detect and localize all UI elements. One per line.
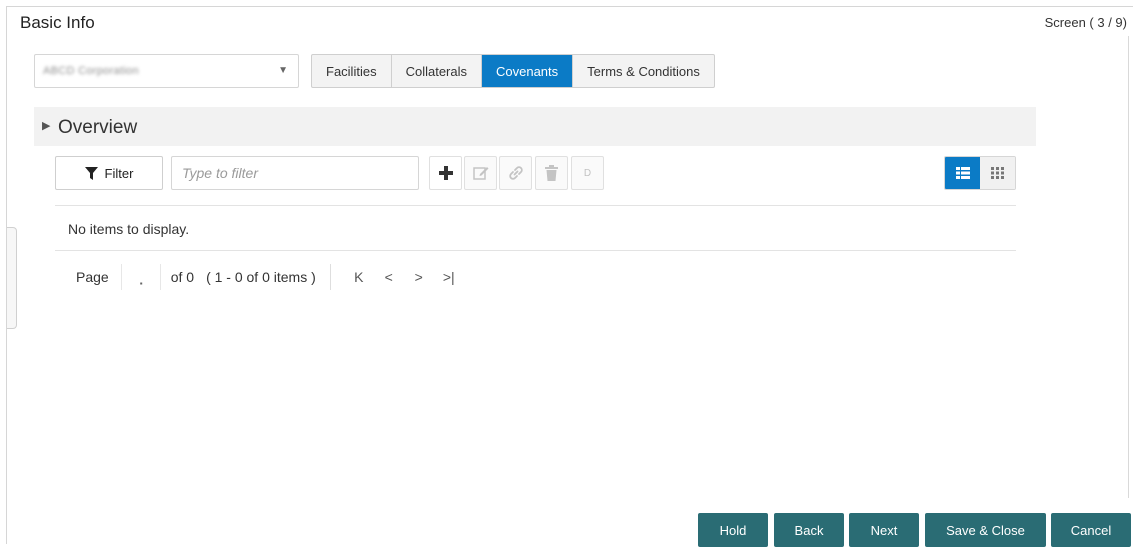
- tab-bar: Facilities Collaterals Covenants Terms &…: [311, 54, 715, 88]
- list-view-icon: [955, 167, 970, 179]
- link-icon: [508, 166, 523, 180]
- hold-button[interactable]: Hold: [698, 513, 768, 547]
- page-number-input[interactable]: ▪: [120, 264, 161, 290]
- page-title: Basic Info: [20, 13, 95, 32]
- pagination-separator: [329, 264, 331, 290]
- filter-icon: [84, 166, 98, 180]
- link-button[interactable]: [499, 156, 532, 190]
- add-button[interactable]: [429, 156, 462, 190]
- filter-button[interactable]: Filter: [55, 156, 163, 190]
- view-toggle: [944, 156, 1016, 190]
- empty-table-message: No items to display.: [68, 221, 190, 237]
- table-divider-top: [55, 205, 1016, 206]
- vertical-scrollbar[interactable]: [1128, 36, 1129, 498]
- next-page-icon[interactable]: >: [404, 269, 434, 285]
- tab-collaterals[interactable]: Collaterals: [392, 55, 482, 87]
- overview-label: Overview: [58, 117, 138, 138]
- trash-icon: [545, 165, 558, 181]
- item-range-label: ( 1 - 0 of 0 items ): [206, 269, 316, 285]
- d-button-label: D: [583, 167, 592, 179]
- tab-facilities[interactable]: Facilities: [312, 55, 392, 87]
- last-page-icon[interactable]: >|: [434, 269, 464, 285]
- overview-section-header[interactable]: ▶ Overview: [34, 107, 1036, 146]
- filter-input[interactable]: [171, 156, 419, 190]
- tab-terms-conditions[interactable]: Terms & Conditions: [573, 55, 714, 87]
- edit-icon: [472, 167, 488, 180]
- plus-icon: [438, 166, 453, 180]
- side-panel-handle[interactable]: [7, 227, 17, 329]
- back-button[interactable]: Back: [774, 513, 844, 547]
- expand-triangle-icon: ▶: [42, 120, 51, 132]
- grid-view-icon: [991, 167, 1004, 179]
- table-divider-bottom: [55, 250, 1016, 251]
- next-button[interactable]: Next: [849, 513, 919, 547]
- customer-select[interactable]: ABCD Corporation ▼: [34, 54, 299, 88]
- delete-button[interactable]: [535, 156, 568, 190]
- pagination: Page ▪ of 0 ( 1 - 0 of 0 items ) K < > >…: [76, 262, 464, 292]
- page-label: Page: [76, 269, 109, 285]
- chevron-down-icon: ▼: [278, 65, 288, 76]
- prev-page-icon[interactable]: <: [374, 269, 404, 285]
- filter-button-label: Filter: [104, 165, 134, 181]
- grid-view-button[interactable]: [980, 157, 1015, 189]
- page-of-label: of 0: [170, 269, 195, 285]
- edit-button[interactable]: [464, 156, 497, 190]
- list-view-button[interactable]: [945, 157, 980, 189]
- customer-select-value: ABCD Corporation: [43, 65, 139, 77]
- cancel-button[interactable]: Cancel: [1051, 513, 1131, 547]
- save-close-button[interactable]: Save & Close: [925, 513, 1046, 547]
- first-page-icon[interactable]: K: [344, 269, 374, 285]
- tab-covenants[interactable]: Covenants: [482, 55, 574, 87]
- d-button[interactable]: D: [571, 156, 604, 190]
- screen-counter: Screen ( 3 / 9): [1044, 15, 1127, 30]
